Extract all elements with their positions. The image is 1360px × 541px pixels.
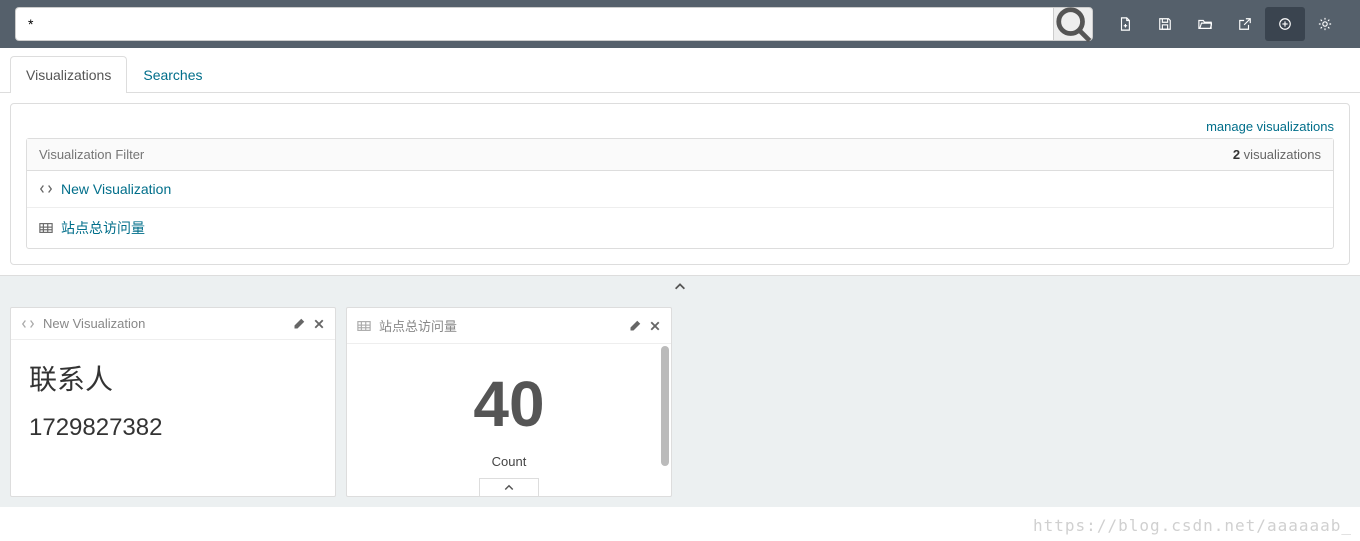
pencil-icon: [629, 320, 641, 332]
expand-toggle[interactable]: [479, 478, 539, 496]
metric-value: 40: [473, 372, 544, 436]
chevron-up-icon: [503, 482, 515, 494]
content: Visualizations Searches manage visualiza…: [0, 48, 1360, 265]
filter-row: 2 visualizations: [27, 139, 1333, 171]
viz-item-name: New Visualization: [61, 181, 171, 197]
settings-button[interactable]: [1305, 7, 1345, 41]
viz-panel: manage visualizations 2 visualizations N…: [10, 103, 1350, 265]
widget-site-visits: 站点总访问量 40 Count: [346, 307, 672, 497]
collapse-toggle[interactable]: [0, 275, 1360, 297]
dashboard: New Visualization 联系人 1729827382 站点总访问量: [0, 297, 1360, 507]
add-button[interactable]: [1265, 7, 1305, 41]
edit-button[interactable]: [629, 320, 641, 332]
remove-button[interactable]: [313, 318, 325, 330]
viz-count: 2 visualizations: [1221, 139, 1333, 170]
tab-visualizations[interactable]: Visualizations: [10, 56, 127, 93]
widget-header: New Visualization: [11, 308, 335, 340]
open-button[interactable]: [1185, 7, 1225, 41]
search-icon: [1054, 5, 1092, 43]
tab-searches[interactable]: Searches: [127, 56, 218, 93]
viz-list: 2 visualizations New Visualization 站点总访问…: [26, 138, 1334, 249]
list-item[interactable]: New Visualization: [27, 171, 1333, 208]
external-link-icon: [1238, 17, 1252, 31]
viz-item-name: 站点总访问量: [61, 218, 145, 238]
contact-number: 1729827382: [29, 414, 317, 442]
viz-filter-input[interactable]: [27, 139, 1221, 170]
widget-header: 站点总访问量: [347, 308, 671, 344]
code-icon: [21, 317, 35, 331]
top-bar: [0, 0, 1360, 48]
chevron-up-icon: [673, 280, 687, 294]
new-doc-button[interactable]: [1105, 7, 1145, 41]
manage-visualizations-link[interactable]: manage visualizations: [26, 119, 1334, 134]
widget-title: 站点总访问量: [379, 316, 621, 335]
contact-heading: 联系人: [29, 358, 317, 398]
widget-new-visualization: New Visualization 联系人 1729827382: [10, 307, 336, 497]
plus-circle-icon: [1278, 17, 1292, 31]
close-icon: [649, 320, 661, 332]
search-input[interactable]: [15, 7, 1053, 41]
widget-body: 联系人 1729827382: [11, 340, 335, 496]
watermark: https://blog.csdn.net/aaaaaab_: [1033, 516, 1352, 535]
folder-open-icon: [1198, 17, 1212, 31]
widget-body: 40 Count: [347, 344, 671, 496]
gear-icon: [1318, 17, 1332, 31]
edit-button[interactable]: [293, 318, 305, 330]
table-icon: [39, 221, 53, 235]
file-plus-icon: [1118, 17, 1132, 31]
list-item[interactable]: 站点总访问量: [27, 208, 1333, 248]
save-button[interactable]: [1145, 7, 1185, 41]
toolbar: [1105, 7, 1345, 41]
tabs: Visualizations Searches: [0, 48, 1360, 93]
close-icon: [313, 318, 325, 330]
pencil-icon: [293, 318, 305, 330]
share-button[interactable]: [1225, 7, 1265, 41]
metric-label: Count: [492, 454, 527, 469]
scrollbar[interactable]: [661, 346, 669, 466]
search-group: [15, 7, 1093, 41]
save-icon: [1158, 17, 1172, 31]
code-icon: [39, 182, 53, 196]
remove-button[interactable]: [649, 320, 661, 332]
table-icon: [357, 319, 371, 333]
search-button[interactable]: [1053, 7, 1093, 41]
widget-title: New Visualization: [43, 316, 285, 331]
